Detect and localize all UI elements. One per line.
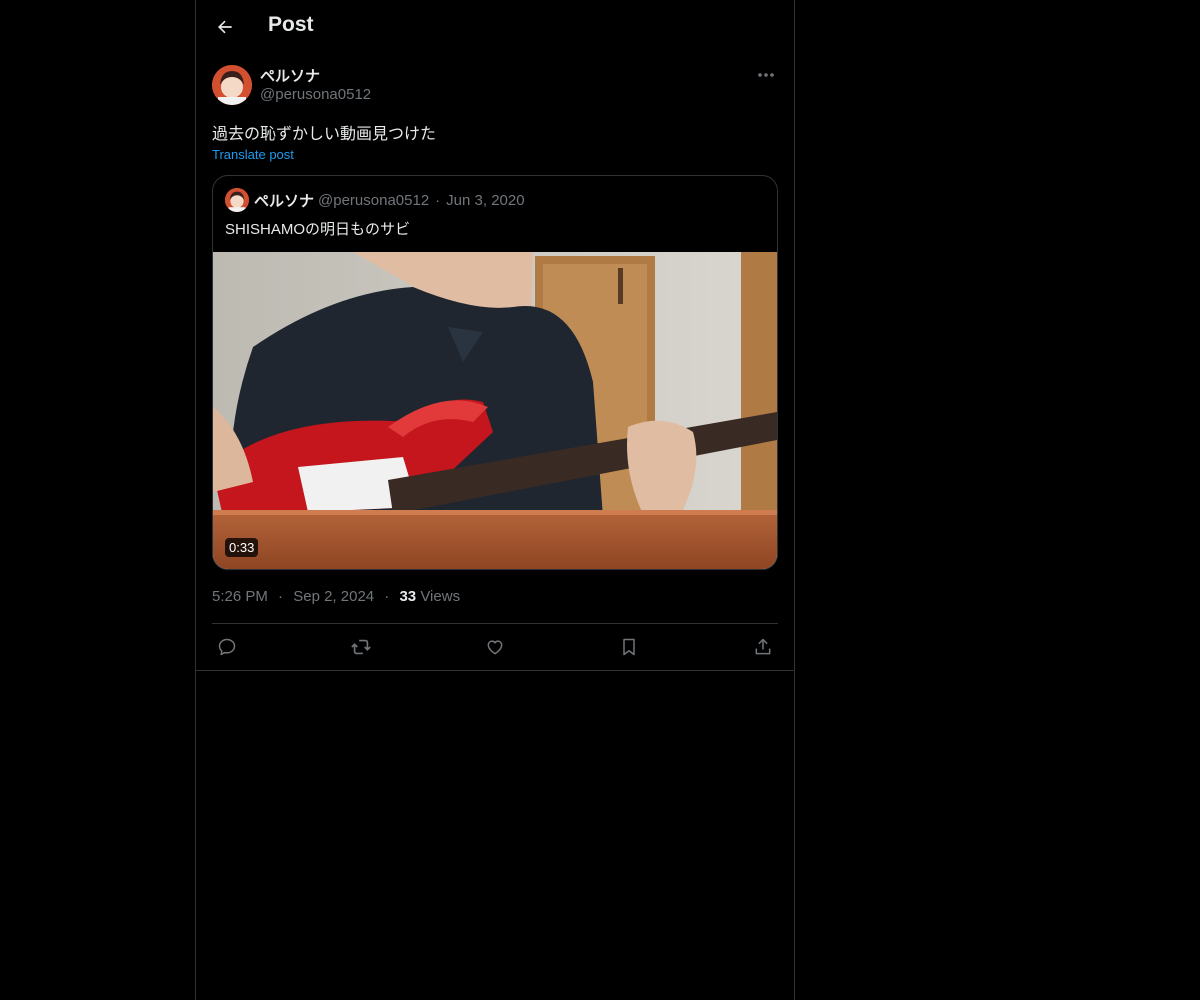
post-author: ペルソナ @perusona0512 <box>212 64 778 108</box>
bookmark-button[interactable] <box>616 634 642 660</box>
post-text: 過去の恥ずかしい動画見つけた <box>212 126 437 143</box>
arrow-left-icon <box>218 20 232 34</box>
bookmark-icon <box>623 638 635 656</box>
separator-dot: · <box>384 588 390 605</box>
author-display-name[interactable]: ペルソナ <box>260 65 320 86</box>
more-icon <box>758 73 774 77</box>
divider <box>196 670 794 671</box>
top-bar: Post <box>196 0 794 53</box>
quoted-post-date: Jun 3, 2020 <box>446 191 525 209</box>
post-meta: 5:26 PM · Sep 2, 2024 · 33 Views <box>212 588 460 605</box>
back-button[interactable] <box>208 10 242 44</box>
reply-icon <box>218 638 236 656</box>
reply-button[interactable] <box>214 634 240 660</box>
video-thumbnail[interactable]: 0:33 <box>213 252 777 569</box>
video-duration-badge: 0:33 <box>225 538 259 557</box>
separator-dot: · <box>435 191 441 209</box>
post-date[interactable]: Sep 2, 2024 <box>293 588 374 605</box>
translate-post-link[interactable]: Translate post <box>212 147 294 162</box>
share-icon <box>755 638 771 655</box>
like-button[interactable] <box>482 634 508 660</box>
quoted-author-name: ペルソナ <box>254 192 315 210</box>
repost-icon <box>351 639 371 655</box>
heart-icon <box>487 640 503 655</box>
quoted-post-header: ペルソナ @perusona0512 · Jun 3, 2020 <box>225 188 525 212</box>
more-options-button[interactable] <box>754 64 778 86</box>
quoted-post[interactable]: ペルソナ @perusona0512 · Jun 3, 2020 SHISHAM… <box>212 175 778 570</box>
share-button[interactable] <box>750 634 776 660</box>
post-time[interactable]: 5:26 PM <box>212 588 268 605</box>
action-bar <box>212 632 778 662</box>
author-handle[interactable]: @perusona0512 <box>260 86 371 103</box>
separator-dot: · <box>278 588 284 605</box>
quoted-author-handle: @perusona0512 <box>318 191 430 209</box>
divider <box>212 623 778 624</box>
post-column: Post ペルソナ @perusona0512 過去の恥ずかしい動画見つけた T… <box>195 0 795 1000</box>
views-count: 33 <box>399 588 417 605</box>
avatar[interactable] <box>212 65 252 105</box>
page-title: Post <box>268 13 314 36</box>
quoted-post-text: SHISHAMOの明日ものサビ <box>225 221 411 238</box>
views-label: Views <box>420 588 461 605</box>
repost-button[interactable] <box>348 634 374 660</box>
quoted-avatar <box>225 188 249 212</box>
